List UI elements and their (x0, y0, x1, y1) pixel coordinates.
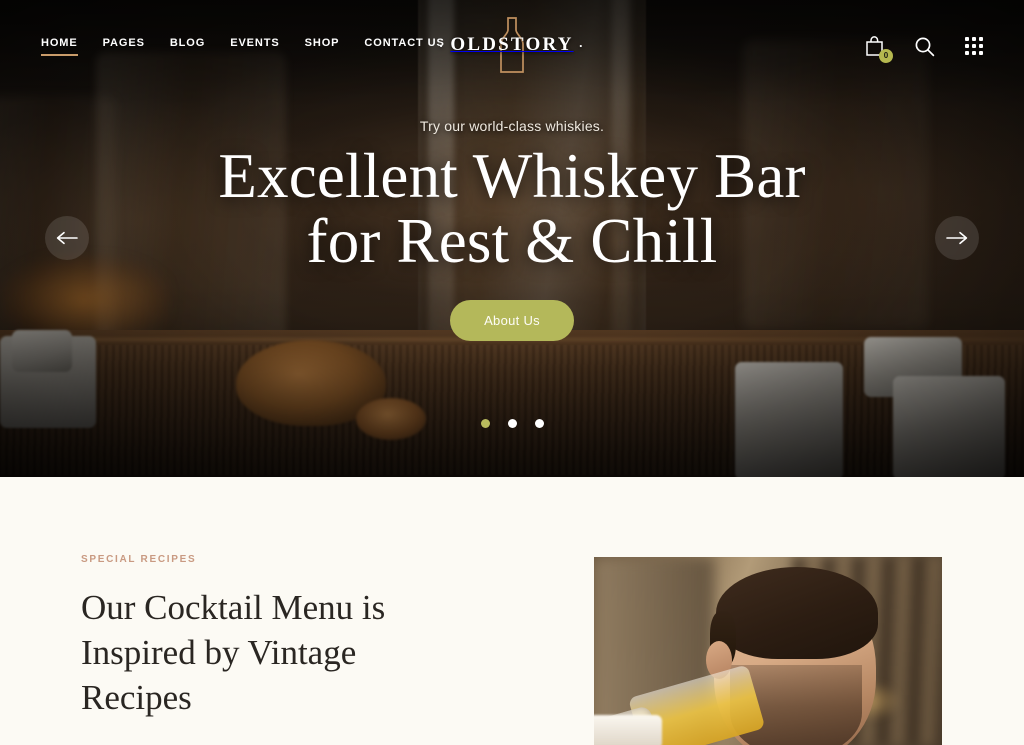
bartender-photo-inner (594, 557, 942, 745)
logo-wordmark: · OLDSTORY · (434, 34, 590, 56)
white-cloth (594, 715, 662, 745)
about-us-button[interactable]: About Us (450, 299, 574, 341)
carousel-next-button[interactable] (935, 216, 979, 260)
logo-dot-left: · (438, 37, 446, 53)
carousel-prev-button[interactable] (45, 216, 89, 260)
carousel-pagination (0, 419, 1024, 428)
hero-section: HOME PAGES BLOG EVENTS SHOP CONTACT US ·… (0, 0, 1024, 477)
arrow-left-icon (56, 231, 78, 245)
nav-item-contact-us[interactable]: CONTACT US (364, 37, 444, 56)
bartender-photo (594, 557, 942, 745)
hero-content: Try our world-class whiskies. Excellent … (0, 118, 1024, 341)
carousel-dot-2[interactable] (507, 419, 517, 428)
section-title-line-3: Recipes (81, 677, 192, 717)
cart-button[interactable]: 0 (862, 34, 893, 63)
nav-item-blog[interactable]: BLOG (170, 37, 205, 56)
special-recipes-text-block: SPECIAL RECIPES Our Cocktail Menu is Ins… (81, 554, 541, 720)
site-logo[interactable]: · OLDSTORY · (437, 14, 587, 76)
site-header: HOME PAGES BLOG EVENTS SHOP CONTACT US ·… (0, 0, 1024, 92)
hero-title-line-1: Excellent Whiskey Bar (218, 141, 806, 211)
grid-menu-button[interactable] (962, 34, 986, 58)
nav-item-events[interactable]: EVENTS (230, 37, 279, 56)
carousel-dot-1[interactable] (480, 419, 490, 428)
hero-title: Excellent Whiskey Bar for Rest & Chill (0, 144, 1024, 274)
section-title-line-1: Our Cocktail Menu is (81, 588, 386, 627)
special-recipes-section: SPECIAL RECIPES Our Cocktail Menu is Ins… (0, 477, 1024, 745)
section-title: Our Cocktail Menu is Inspired by Vintage… (81, 586, 541, 720)
nav-item-home[interactable]: HOME (41, 37, 78, 56)
hero-title-line-2: for Rest & Chill (306, 205, 718, 276)
search-icon (915, 37, 934, 56)
main-navigation: HOME PAGES BLOG EVENTS SHOP CONTACT US (41, 37, 445, 56)
search-button[interactable] (912, 34, 936, 58)
section-eyebrow: SPECIAL RECIPES (81, 554, 197, 565)
hero-subtitle: Try our world-class whiskies. (419, 118, 605, 134)
arrow-right-icon (946, 231, 968, 245)
nav-item-shop[interactable]: SHOP (305, 37, 340, 56)
grid-menu-icon (965, 37, 983, 55)
logo-text: OLDSTORY (450, 34, 574, 55)
header-icon-group: 0 (862, 0, 986, 92)
logo-dot-right: · (578, 37, 586, 53)
carousel-dot-3[interactable] (534, 419, 544, 428)
nav-item-pages[interactable]: PAGES (103, 37, 145, 56)
cart-badge-count: 0 (879, 49, 893, 63)
section-title-line-2: Inspired by Vintage (81, 632, 357, 672)
